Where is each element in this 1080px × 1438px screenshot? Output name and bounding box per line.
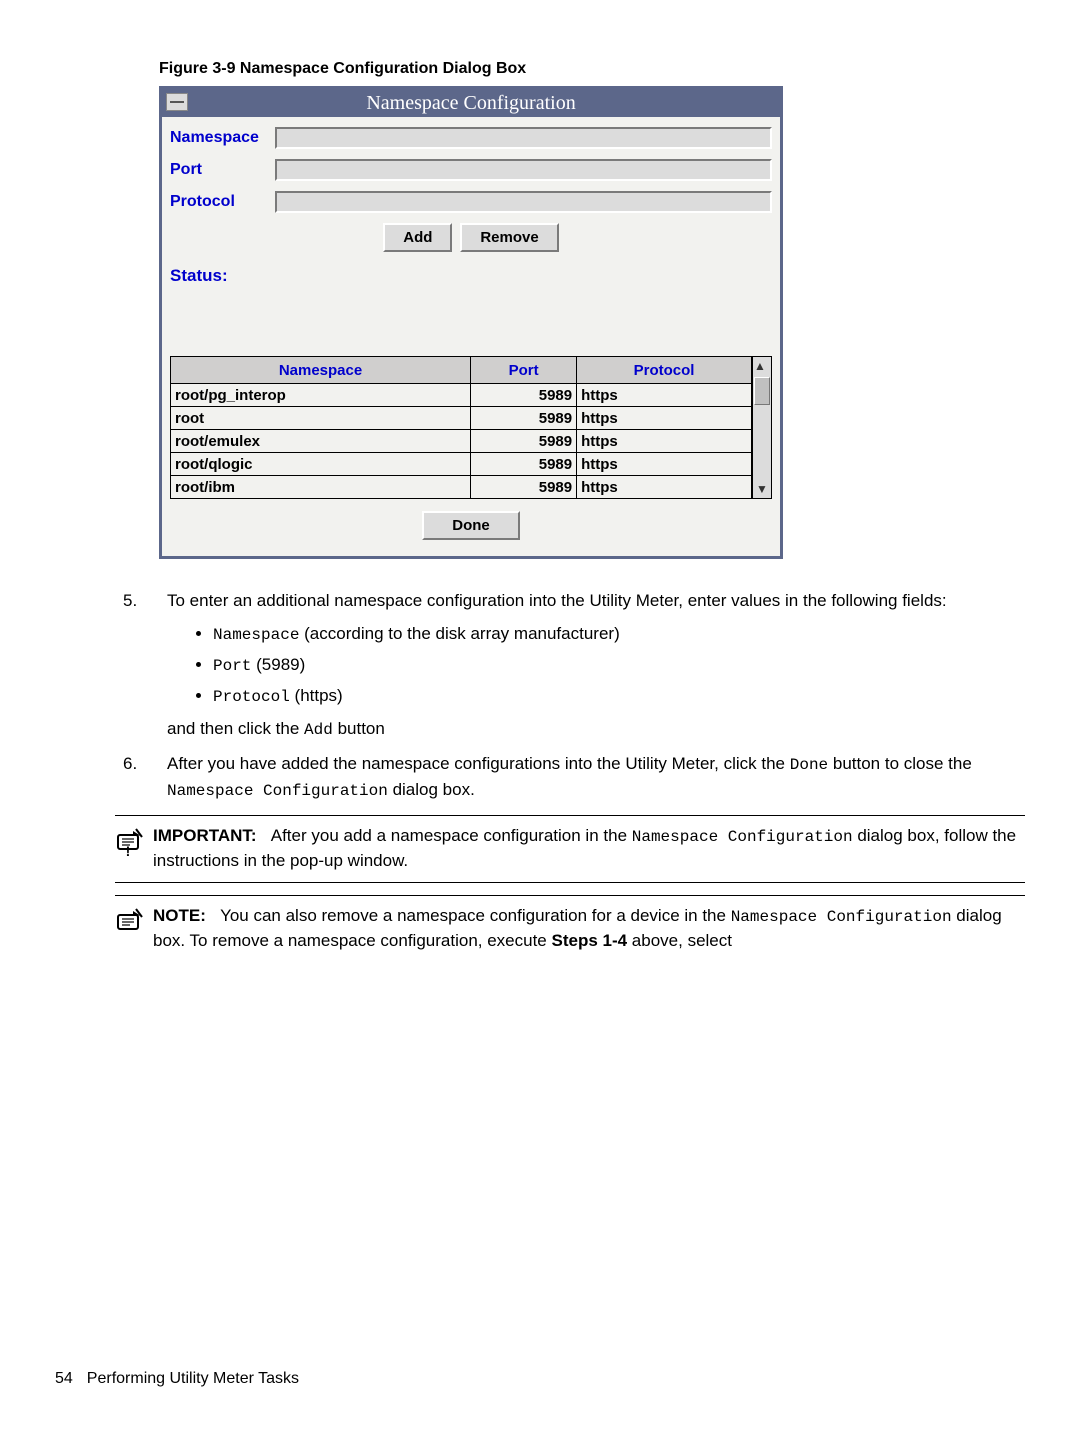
col-port: Port [471, 357, 577, 384]
step-number: 5. [115, 589, 167, 742]
col-namespace: Namespace [171, 357, 471, 384]
port-input[interactable] [275, 159, 772, 181]
table-row[interactable]: root/ibm 5989 https [171, 476, 752, 499]
list-item: Protocol (https) [213, 684, 1025, 709]
important-callout: ! IMPORTANT: After you add a namespace c… [115, 815, 1025, 883]
table-row[interactable]: root 5989 https [171, 407, 752, 430]
footer-title: Performing Utility Meter Tasks [87, 1370, 299, 1387]
add-button[interactable]: Add [383, 223, 452, 252]
done-button[interactable]: Done [422, 511, 520, 540]
remove-button[interactable]: Remove [460, 223, 558, 252]
status-label: Status: [170, 266, 772, 286]
step-5-then: and then click the Add button [167, 717, 1025, 742]
important-label: IMPORTANT: [153, 826, 257, 845]
namespace-config-dialog: Namespace Configuration Namespace Port P… [159, 86, 783, 559]
list-item: Port (5989) [213, 653, 1025, 678]
step-5-intro: To enter an additional namespace configu… [167, 589, 1025, 614]
namespace-input[interactable] [275, 127, 772, 149]
page-footer: 54 Performing Utility Meter Tasks [55, 1370, 299, 1388]
table-row[interactable]: root/pg_interop 5989 https [171, 384, 752, 407]
important-icon: ! [115, 824, 153, 874]
scroll-down-icon[interactable]: ▼ [756, 480, 768, 498]
svg-text:!: ! [126, 843, 131, 856]
note-callout: NOTE: You can also remove a namespace co… [115, 895, 1025, 962]
page-number: 54 [55, 1370, 73, 1387]
col-protocol: Protocol [577, 357, 752, 384]
instruction-text: 5. To enter an additional namespace conf… [115, 589, 1025, 961]
table-row[interactable]: root/emulex 5989 https [171, 430, 752, 453]
table-row[interactable]: root/qlogic 5989 https [171, 453, 752, 476]
port-label: Port [170, 161, 275, 179]
scroll-thumb[interactable] [754, 377, 770, 405]
protocol-input[interactable] [275, 191, 772, 213]
figure-caption: Figure 3-9 Namespace Configuration Dialo… [159, 60, 1025, 78]
scroll-up-icon[interactable]: ▲ [754, 357, 770, 375]
dialog-titlebar: Namespace Configuration [162, 89, 780, 117]
note-label: NOTE: [153, 906, 206, 925]
namespace-table: Namespace Port Protocol root/pg_interop … [170, 356, 752, 499]
namespace-label: Namespace [170, 129, 275, 147]
step-number: 6. [115, 752, 167, 802]
table-scrollbar[interactable]: ▲ ▼ [752, 356, 772, 499]
list-item: Namespace (according to the disk array m… [213, 622, 1025, 647]
protocol-label: Protocol [170, 193, 275, 211]
note-icon [115, 904, 153, 954]
window-menu-icon[interactable] [166, 93, 188, 111]
step-6-body: After you have added the namespace confi… [167, 752, 1025, 802]
dialog-title: Namespace Configuration [366, 92, 575, 114]
